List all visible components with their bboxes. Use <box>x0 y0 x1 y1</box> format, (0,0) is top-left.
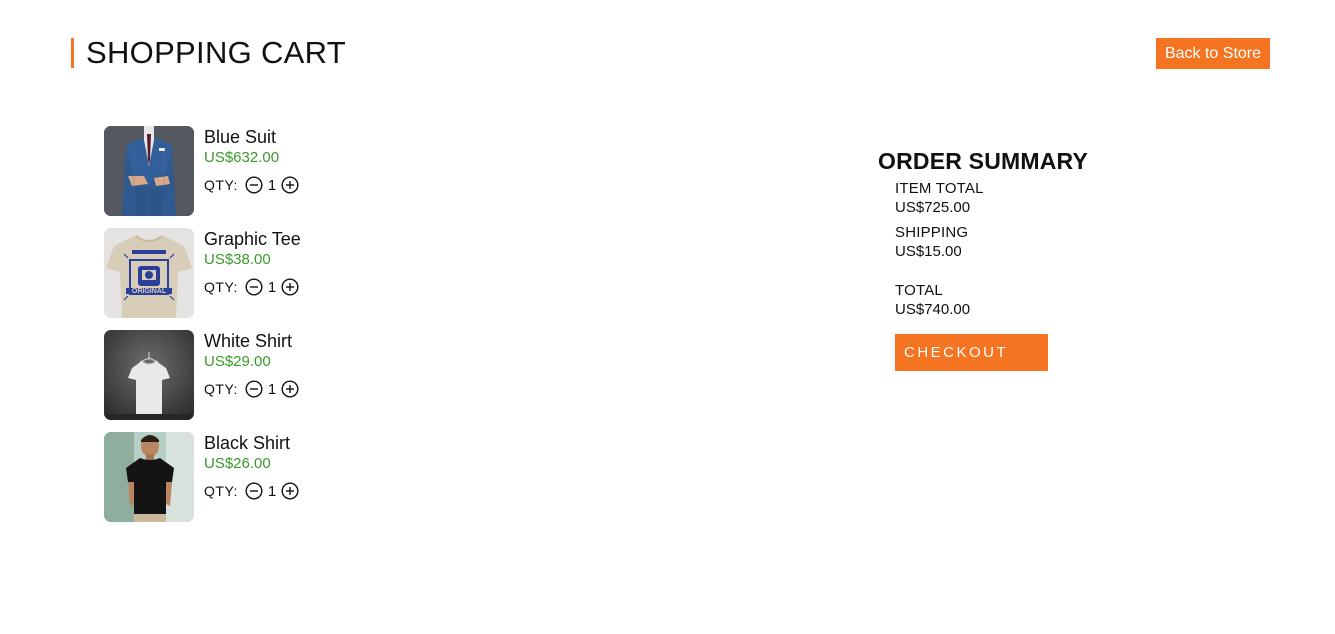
qty-label: QTY: <box>204 381 238 397</box>
item-name[interactable]: Black Shirt <box>204 433 290 454</box>
blue-suit-photo-icon <box>104 126 194 216</box>
back-to-store-button[interactable]: Back to Store <box>1156 38 1270 69</box>
qty-value: 1 <box>267 278 277 296</box>
graphic-tee-photo-icon: ORIGINAL <box>104 228 194 318</box>
black-shirt-image[interactable] <box>104 432 194 522</box>
black-shirt-photo-icon <box>104 432 194 522</box>
item-total-value: US$725.00 <box>895 199 971 216</box>
total-label: TOTAL <box>895 282 943 299</box>
quantity-stepper: QTY: 1 <box>204 481 299 501</box>
shipping-value: US$15.00 <box>895 243 962 260</box>
item-total-label: ITEM TOTAL <box>895 180 984 197</box>
item-price: US$38.00 <box>204 251 271 268</box>
item-name[interactable]: White Shirt <box>204 331 292 352</box>
white-shirt-photo-icon <box>104 330 194 420</box>
qty-value: 1 <box>267 380 277 398</box>
shopping-cart-page: SHOPPING CART Back to Store Blue Suit US… <box>0 0 1335 634</box>
shipping-block: SHIPPING US$15.00 <box>895 224 968 261</box>
qty-value: 1 <box>267 176 277 194</box>
checkout-button[interactable]: CHECKOUT <box>895 334 1048 371</box>
cart-item-list: Blue Suit US$632.00 QTY: 1 ORIGINAL Grap… <box>104 126 504 534</box>
qty-label: QTY: <box>204 177 238 193</box>
plus-circle-icon[interactable] <box>281 176 299 194</box>
minus-circle-icon[interactable] <box>245 482 263 500</box>
item-name[interactable]: Blue Suit <box>204 127 276 148</box>
shipping-label: SHIPPING <box>895 224 969 241</box>
cart-item: ORIGINAL Graphic Tee US$38.00 QTY: 1 <box>104 228 504 318</box>
order-summary: ORDER SUMMARY ITEM TOTAL US$725.00 SHIPP… <box>878 148 1089 371</box>
minus-circle-icon[interactable] <box>245 176 263 194</box>
plus-circle-icon[interactable] <box>281 278 299 296</box>
cart-item: Blue Suit US$632.00 QTY: 1 <box>104 126 504 216</box>
minus-circle-icon[interactable] <box>245 380 263 398</box>
cart-item: Black Shirt US$26.00 QTY: 1 <box>104 432 504 522</box>
item-total-block: ITEM TOTAL US$725.00 <box>895 180 984 217</box>
item-price: US$29.00 <box>204 353 271 370</box>
white-shirt-image[interactable] <box>104 330 194 420</box>
qty-label: QTY: <box>204 483 238 499</box>
quantity-stepper: QTY: 1 <box>204 277 299 297</box>
svg-text:ORIGINAL: ORIGINAL <box>132 288 167 295</box>
graphic-tee-image[interactable]: ORIGINAL <box>104 228 194 318</box>
minus-circle-icon[interactable] <box>245 278 263 296</box>
item-name[interactable]: Graphic Tee <box>204 229 301 250</box>
blue-suit-image[interactable] <box>104 126 194 216</box>
qty-label: QTY: <box>204 279 238 295</box>
plus-circle-icon[interactable] <box>281 482 299 500</box>
cart-item: White Shirt US$29.00 QTY: 1 <box>104 330 504 420</box>
total-block: TOTAL US$740.00 <box>895 282 970 319</box>
qty-value: 1 <box>267 482 277 500</box>
item-price: US$26.00 <box>204 455 271 472</box>
quantity-stepper: QTY: 1 <box>204 379 299 399</box>
item-price: US$632.00 <box>204 149 280 166</box>
quantity-stepper: QTY: 1 <box>204 175 299 195</box>
total-value: US$740.00 <box>895 301 971 318</box>
page-title: SHOPPING CART <box>86 35 346 70</box>
order-summary-title: ORDER SUMMARY <box>878 148 1089 174</box>
page-title-container: SHOPPING CART <box>71 35 346 70</box>
plus-circle-icon[interactable] <box>281 380 299 398</box>
